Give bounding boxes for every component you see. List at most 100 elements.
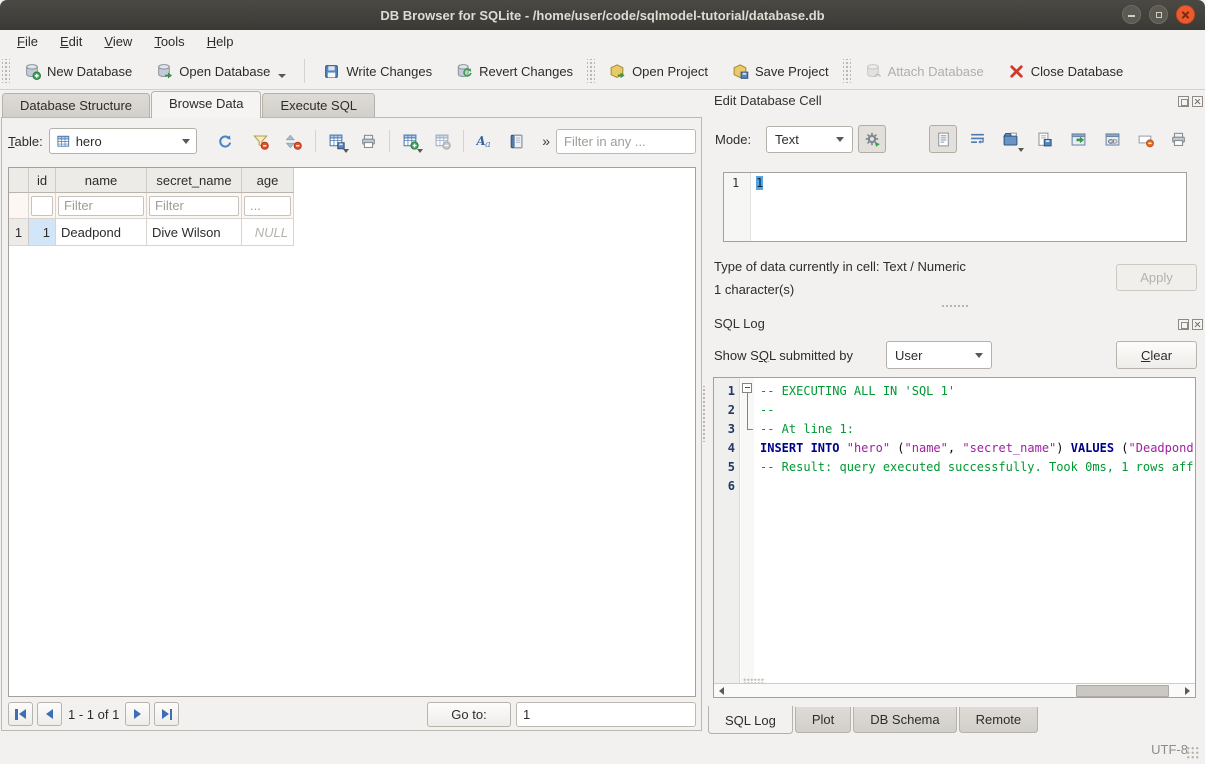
toolbar-grip[interactable] [587,59,595,83]
tab-execute-sql[interactable]: Execute SQL [262,93,375,118]
cell-age[interactable]: NULL [242,219,294,246]
row-header[interactable]: 1 [9,219,29,246]
dock-resize-grip[interactable] [743,678,765,683]
separator [463,130,464,152]
filter-input-name[interactable] [58,196,144,216]
sql-submitter-value: User [895,348,922,363]
column-header-age[interactable]: age [242,168,294,193]
clear-sorting-button[interactable] [280,128,308,155]
word-wrap-button[interactable] [963,125,991,153]
close-database-icon [1008,63,1025,80]
open-database-button[interactable]: Open Database [147,58,295,85]
sql-submitter-selector[interactable]: User [886,341,992,369]
print-cell-button[interactable] [1164,125,1192,153]
save-project-button[interactable]: Save Project [723,58,838,85]
menu-help[interactable]: Help [196,32,245,51]
scroll-left-button[interactable] [714,684,729,698]
first-page-button[interactable] [8,702,33,726]
table-encoding-button[interactable] [503,128,531,155]
mode-selector[interactable]: Text [766,126,853,153]
filter-input-id[interactable] [31,196,53,216]
text-mode-button[interactable] [929,125,957,153]
save-results-button[interactable] [323,128,351,155]
toolbar-grip[interactable] [843,59,851,83]
last-page-button[interactable] [154,702,179,726]
menu-file[interactable]: File [6,32,49,51]
previous-page-button[interactable] [37,702,62,726]
print-button[interactable] [354,128,382,155]
tab-remote[interactable]: Remote [959,707,1039,733]
close-button[interactable] [1176,5,1195,24]
import-file-icon [1002,131,1019,148]
close-dock-button[interactable] [1192,96,1203,107]
column-header-id[interactable]: id [29,168,56,193]
table-selector[interactable]: hero [49,128,197,154]
cell-id[interactable]: 1 [29,219,56,246]
cell-name[interactable]: Deadpond [56,219,147,246]
cell-editor-value[interactable]: 1 [756,176,763,190]
sql-log-view[interactable]: 1 -- EXECUTING ALL IN 'SQL 1' 2 -- 3 -- … [713,377,1196,698]
text-document-icon [935,131,952,148]
font-settings-button[interactable]: A a [471,128,499,155]
toolbar-overflow-button[interactable]: » [542,133,550,149]
scroll-right-button[interactable] [1180,684,1195,698]
set-null-button[interactable] [1131,125,1159,153]
open-project-button[interactable]: Open Project [600,58,717,85]
column-header-secret-name[interactable]: secret_name [147,168,242,193]
next-page-button[interactable] [125,702,150,726]
tab-browse-data[interactable]: Browse Data [151,91,261,118]
float-dock-button[interactable] [1178,319,1189,330]
window-controls [1122,5,1195,24]
goto-button[interactable]: Go to: [427,702,511,727]
clear-filters-button[interactable] [246,128,274,155]
fold-collapse-icon[interactable] [742,383,752,393]
close-dock-button[interactable] [1192,319,1203,330]
chevron-down-icon [417,149,423,153]
cell-editor[interactable]: 1 1 [723,172,1187,242]
set-null-icon [1137,131,1154,148]
auto-switch-mode-button[interactable] [858,125,886,153]
tab-database-structure[interactable]: Database Structure [2,93,150,118]
menu-edit[interactable]: Edit [49,32,93,51]
filter-any-input[interactable] [556,129,696,154]
delete-record-button[interactable] [428,128,456,155]
menubar: File Edit View Tools Help [0,30,1205,53]
record-range-label: 1 - 1 of 1 [68,707,119,722]
clear-log-button[interactable]: Clear [1116,341,1197,369]
write-changes-button[interactable]: Write Changes [314,58,441,85]
menu-tools[interactable]: Tools [143,32,195,51]
window-resize-grip[interactable] [1186,746,1200,760]
insert-record-button[interactable] [397,128,425,155]
dock-splitter-handle[interactable] [941,303,969,309]
filter-input-secret-name[interactable] [149,196,239,216]
goto-input[interactable] [516,702,696,727]
tab-sql-log[interactable]: SQL Log [708,706,793,734]
scrollbar-thumb[interactable] [1076,685,1169,697]
open-in-external-button[interactable] [1064,125,1092,153]
refresh-button[interactable] [211,128,239,155]
revert-changes-button[interactable]: Revert Changes [447,58,582,85]
new-database-button[interactable]: New Database [15,58,141,85]
toolbar-grip[interactable] [2,59,10,83]
fold-guide-end [747,429,753,430]
export-cell-data-button[interactable] [1030,125,1058,153]
column-header-name[interactable]: name [56,168,147,193]
maximize-button[interactable] [1149,5,1168,24]
database-open-icon [156,63,173,80]
toolbar-separator [304,59,305,83]
menu-view[interactable]: View [93,32,143,51]
grid-corner[interactable] [9,168,29,193]
filter-input-age[interactable] [244,196,291,216]
import-cell-data-button[interactable] [996,125,1024,153]
horizontal-scrollbar[interactable] [714,683,1195,698]
close-database-button[interactable]: Close Database [999,58,1133,85]
tab-plot[interactable]: Plot [795,707,851,733]
mode-selector-value: Text [775,132,799,147]
copy-link-button[interactable] [1098,125,1126,153]
link-icon [1104,131,1121,148]
cell-secret-name[interactable]: Dive Wilson [147,219,242,246]
titlebar[interactable]: DB Browser for SQLite - /home/user/code/… [0,0,1205,30]
minimize-button[interactable] [1122,5,1141,24]
tab-db-schema[interactable]: DB Schema [853,707,956,733]
float-dock-button[interactable] [1178,96,1189,107]
